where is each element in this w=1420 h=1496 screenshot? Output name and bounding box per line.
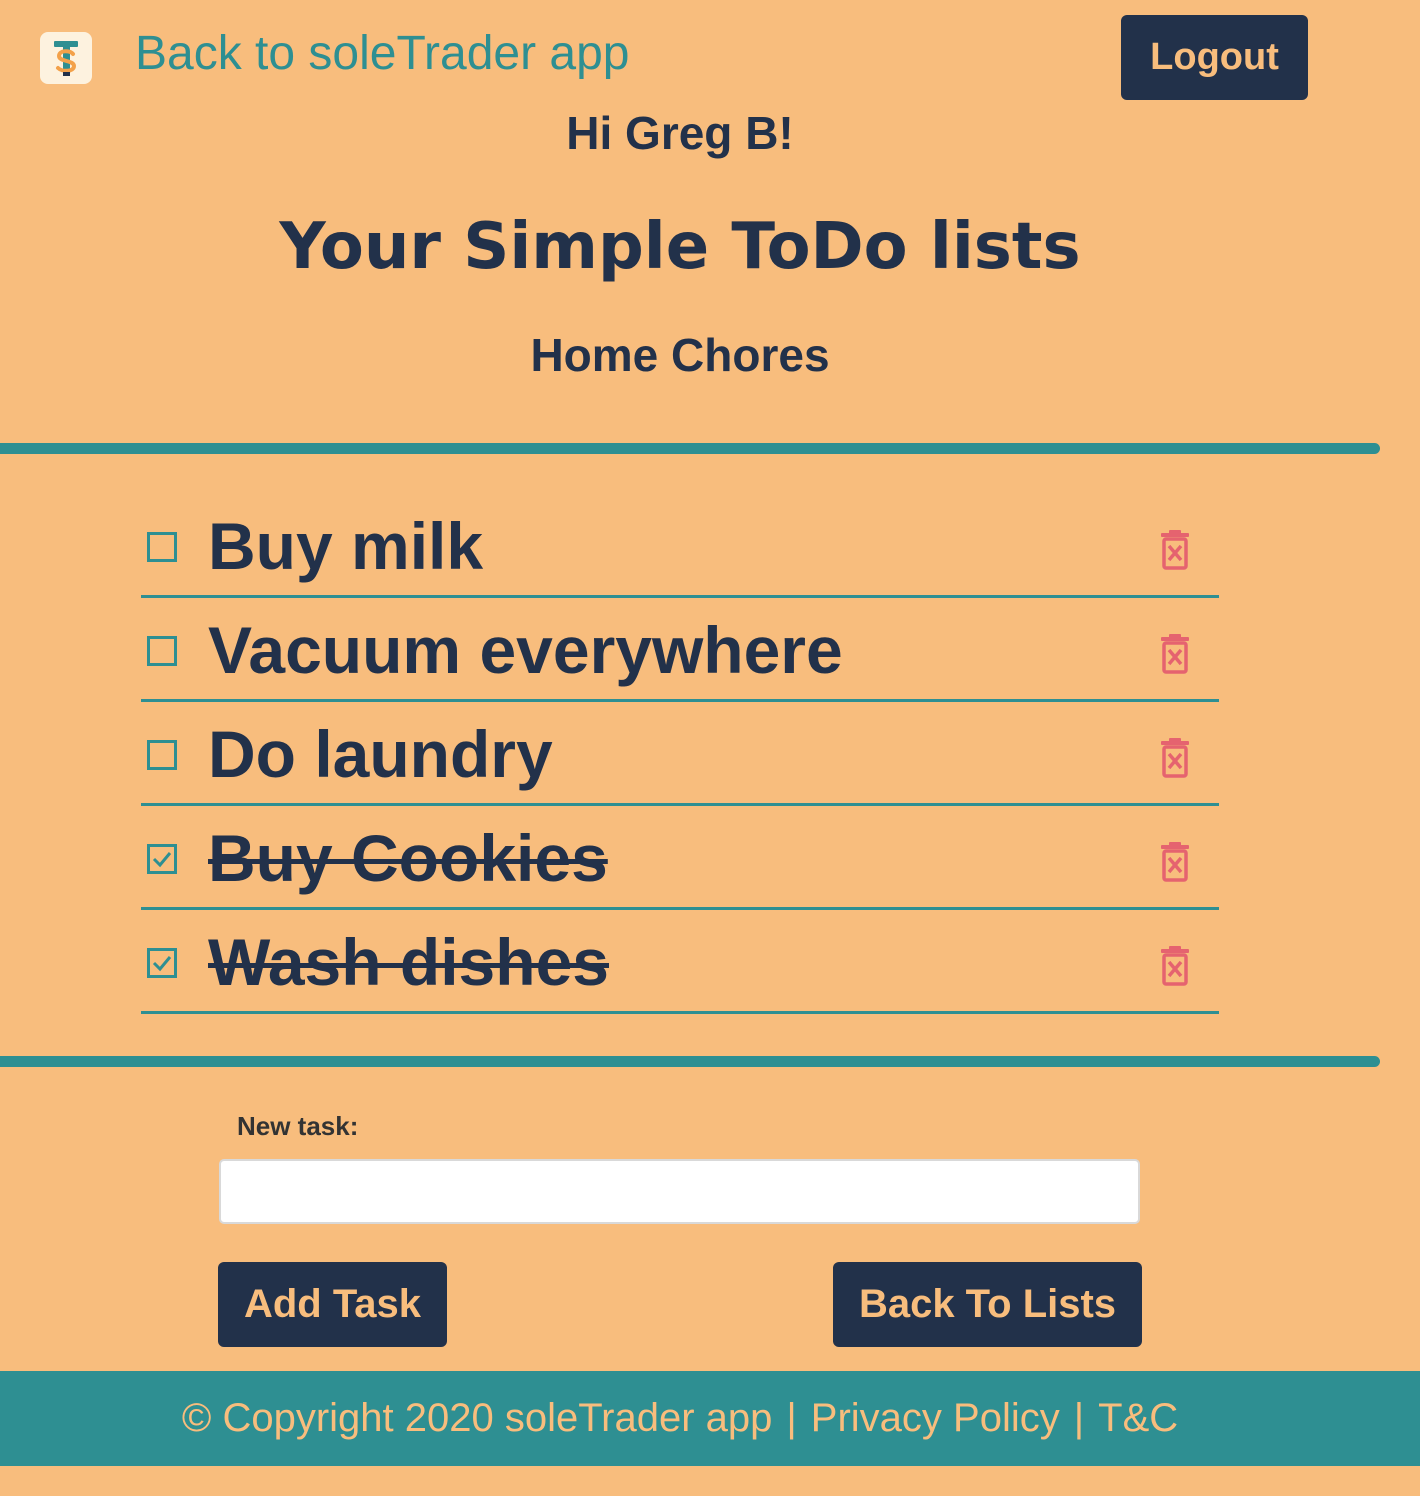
new-task-input[interactable] [219,1159,1140,1224]
new-task-label: New task: [237,1111,359,1141]
trash-icon[interactable] [1159,842,1191,882]
checkbox-icon[interactable] [147,636,177,666]
task-label[interactable]: Buy Cookies [208,820,608,896]
task-label[interactable]: Buy milk [208,508,483,584]
checkbox-icon[interactable] [147,844,177,874]
back-to-app-link[interactable]: Back to soleTrader app [135,26,629,81]
terms-link[interactable]: T&C [1098,1396,1178,1441]
checkmark-icon [152,852,172,868]
footer-separator: | [786,1396,797,1440]
task-item: Vacuum everywhere [141,598,1219,702]
back-to-lists-button[interactable]: Back To Lists [833,1262,1142,1347]
copyright-text: © Copyright 2020 soleTrader app [181,1396,773,1440]
footer-separator: | [1073,1396,1085,1440]
task-item: Buy Cookies [141,806,1219,910]
task-label[interactable]: Do laundry [208,716,553,792]
task-item: Do laundry [141,702,1219,806]
task-item: Buy milk [141,494,1219,598]
task-item: Wash dishes [141,910,1219,1014]
task-label[interactable]: Vacuum everywhere [208,612,843,688]
task-list: Buy milk Vacuum everywhere Do laundry Bu… [141,494,1219,1014]
privacy-policy-link[interactable]: Privacy Policy [811,1396,1060,1441]
checkbox-icon[interactable] [147,532,177,562]
trash-icon[interactable] [1159,946,1191,986]
page-title: Your Simple ToDo lists [279,210,1081,284]
soletrader-logo-icon[interactable] [40,32,92,84]
trash-icon[interactable] [1159,634,1191,674]
checkbox-icon[interactable] [147,948,177,978]
checkmark-icon [152,956,172,972]
trash-icon[interactable] [1159,530,1191,570]
divider-bottom [0,1056,1380,1067]
footer: © Copyright 2020 soleTrader app | Privac… [0,1371,1420,1466]
checkbox-icon[interactable] [147,740,177,770]
task-label[interactable]: Wash dishes [208,924,609,1000]
list-name: Home Chores [530,329,830,381]
greeting: Hi Greg B! [566,107,794,159]
logout-button[interactable]: Logout [1121,15,1308,100]
trash-icon[interactable] [1159,738,1191,778]
add-task-button[interactable]: Add Task [218,1262,447,1347]
divider-top [0,443,1380,454]
top-bar: Back to soleTrader app Logout [0,0,1420,100]
